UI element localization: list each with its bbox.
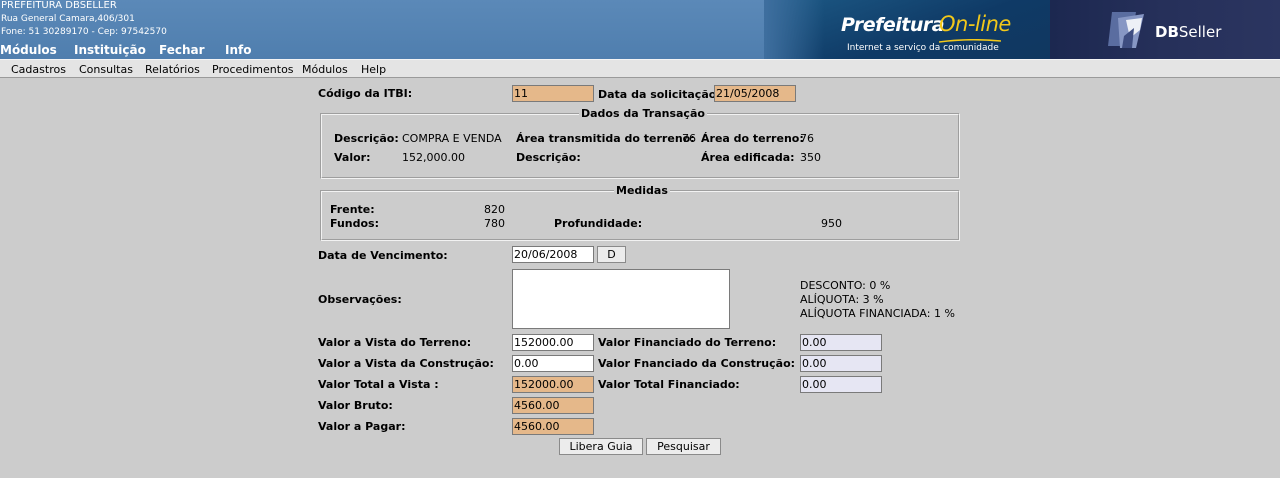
menu-cadastros[interactable]: Cadastros — [11, 63, 66, 76]
vista-terreno-field[interactable]: 152000.00 — [512, 334, 594, 351]
area-transmitida-label: Área transmitida do terreno: — [516, 132, 695, 145]
dbseller-name-bold: DB — [1155, 23, 1179, 41]
data-solicitacao-field[interactable]: 21/05/2008 — [714, 85, 796, 102]
area-terreno-value: 76 — [800, 132, 814, 145]
area-edificada-label: Área edificada: — [701, 151, 795, 164]
aliquota-text: ALÍQUOTA: 3 % — [800, 293, 884, 306]
data-solicitacao-label: Data da solicitação: — [598, 88, 721, 101]
top-menu-instituicao[interactable]: Instituição — [74, 43, 146, 57]
total-financiado-field[interactable]: 0.00 — [800, 376, 882, 393]
valor-label: Valor: — [334, 151, 371, 164]
data-vencimento-label: Data de Vencimento: — [318, 249, 448, 262]
data-vencimento-field[interactable]: 20/06/2008 — [512, 246, 594, 263]
org-name: PREFEITURA DBSELLER — [1, 0, 117, 11]
codigo-itbi-label: Código da ITBI: — [318, 87, 413, 100]
valor-bruto-label: Valor Bruto: — [318, 399, 393, 412]
fundos-value: 780 — [484, 217, 505, 230]
total-vista-field[interactable]: 152000.00 — [512, 376, 594, 393]
dados-transacao-legend: Dados da Transação — [579, 107, 707, 120]
menu-relatorios[interactable]: Relatórios — [145, 63, 200, 76]
dados-transacao-fieldset — [320, 113, 960, 179]
financiado-construcao-field[interactable]: 0.00 — [800, 355, 882, 372]
valor-pagar-label: Valor a Pagar: — [318, 420, 406, 433]
profundidade-label: Profundidade: — [554, 217, 643, 230]
valor-value: 152,000.00 — [402, 151, 465, 164]
area-edificada-value: 350 — [800, 151, 821, 164]
medidas-legend: Medidas — [614, 184, 670, 197]
financiado-construcao-label: Valor Fnanciado da Construção: — [598, 357, 796, 370]
descricao-label: Descrição: — [334, 132, 399, 145]
frente-label: Frente: — [330, 203, 375, 216]
codigo-itbi-field[interactable]: 11 — [512, 85, 594, 102]
brand-tagline: Internet a serviço da comunidade — [847, 43, 999, 53]
calendar-button[interactable]: D — [597, 246, 626, 263]
area-terreno-label: Área do terreno: — [701, 132, 804, 145]
medidas-fieldset — [320, 190, 960, 241]
valor-bruto-field[interactable]: 4560.00 — [512, 397, 594, 414]
valor-pagar-field[interactable]: 4560.00 — [512, 418, 594, 435]
dbseller-logo-icon — [1108, 12, 1144, 48]
aliquota-financiada-text: ALÍQUOTA FINANCIADA: 1 % — [800, 307, 955, 320]
profundidade-value: 950 — [821, 217, 842, 230]
menu-help[interactable]: Help — [361, 63, 386, 76]
menu-procedimentos[interactable]: Procedimentos — [212, 63, 294, 76]
financiado-terreno-label: Valor Financiado do Terreno: — [598, 336, 777, 349]
org-contact: Fone: 51 30289170 - Cep: 97542570 — [1, 27, 167, 37]
area-transmitida-value: 76 — [682, 132, 696, 145]
menu-modulos[interactable]: Módulos — [302, 63, 348, 76]
prefeitura-online-logo: Prefeitura On-line Internet a serviço da… — [841, 12, 1071, 53]
top-menu-info[interactable]: Info — [225, 43, 251, 57]
observacoes-textarea[interactable] — [512, 269, 730, 329]
fundos-label: Fundos: — [330, 217, 380, 230]
financiado-terreno-field[interactable]: 0.00 — [800, 334, 882, 351]
menu-consultas[interactable]: Consultas — [79, 63, 133, 76]
top-menu-fechar[interactable]: Fechar — [159, 43, 205, 57]
org-address: Rua General Camara,406/301 — [1, 14, 135, 24]
libera-guia-button[interactable]: Libera Guia — [559, 438, 643, 455]
banner-shade — [764, 0, 824, 59]
dbseller-name-rest: Seller — [1178, 23, 1222, 41]
top-menu-modulos[interactable]: Módulos — [0, 43, 57, 57]
brand-online-text: On-line — [939, 12, 1011, 36]
menu-bar: Cadastros Consultas Relatórios Procedime… — [0, 59, 1280, 78]
total-financiado-label: Valor Total Financiado: — [598, 378, 740, 391]
pesquisar-button[interactable]: Pesquisar — [646, 438, 721, 455]
total-vista-label: Valor Total a Vista : — [318, 378, 439, 391]
frente-value: 820 — [484, 203, 505, 216]
observacoes-label: Observações: — [318, 293, 402, 306]
dbseller-name: DBSeller — [1155, 23, 1221, 41]
descricao-value: COMPRA E VENDA — [402, 132, 502, 145]
vista-terreno-label: Valor a Vista do Terreno: — [318, 336, 472, 349]
descricao2-label: Descrição: — [516, 151, 581, 164]
vista-construcao-field[interactable]: 0.00 — [512, 355, 594, 372]
brand-prefeitura-text: Prefeitura — [841, 14, 945, 36]
desconto-text: DESCONTO: 0 % — [800, 279, 891, 292]
vista-construcao-label: Valor a Vista da Construção: — [318, 357, 494, 370]
